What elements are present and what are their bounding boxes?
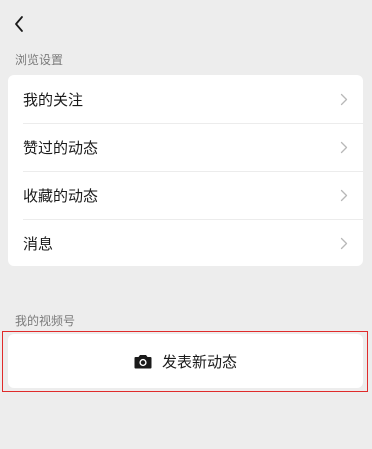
menu-item-liked-posts[interactable]: 赞过的动态 <box>8 123 363 171</box>
menu-item-label: 赞过的动态 <box>23 138 99 157</box>
chevron-right-icon <box>339 140 349 154</box>
camera-icon <box>134 353 152 369</box>
chevron-right-icon <box>339 92 349 106</box>
section-label-browse-settings: 浏览设置 <box>15 53 64 67</box>
menu-item-label: 消息 <box>23 234 54 253</box>
menu-item-saved-posts[interactable]: 收藏的动态 <box>8 171 363 219</box>
back-button[interactable] <box>6 12 32 40</box>
chevron-right-icon <box>339 188 349 202</box>
chevron-left-icon <box>13 15 25 37</box>
menu-item-label: 收藏的动态 <box>23 186 99 205</box>
menu-item-my-follows[interactable]: 我的关注 <box>8 75 363 123</box>
menu-item-messages[interactable]: 消息 <box>8 219 363 267</box>
section-label-my-channel: 我的视频号 <box>15 314 76 328</box>
post-new-moment-label: 发表新动态 <box>161 352 237 371</box>
post-new-moment-button[interactable]: 发表新动态 <box>8 334 363 388</box>
chevron-right-icon <box>339 236 349 250</box>
menu-item-label: 我的关注 <box>23 90 84 109</box>
browse-settings-card: 我的关注 赞过的动态 收藏的动态 消息 <box>8 75 363 266</box>
